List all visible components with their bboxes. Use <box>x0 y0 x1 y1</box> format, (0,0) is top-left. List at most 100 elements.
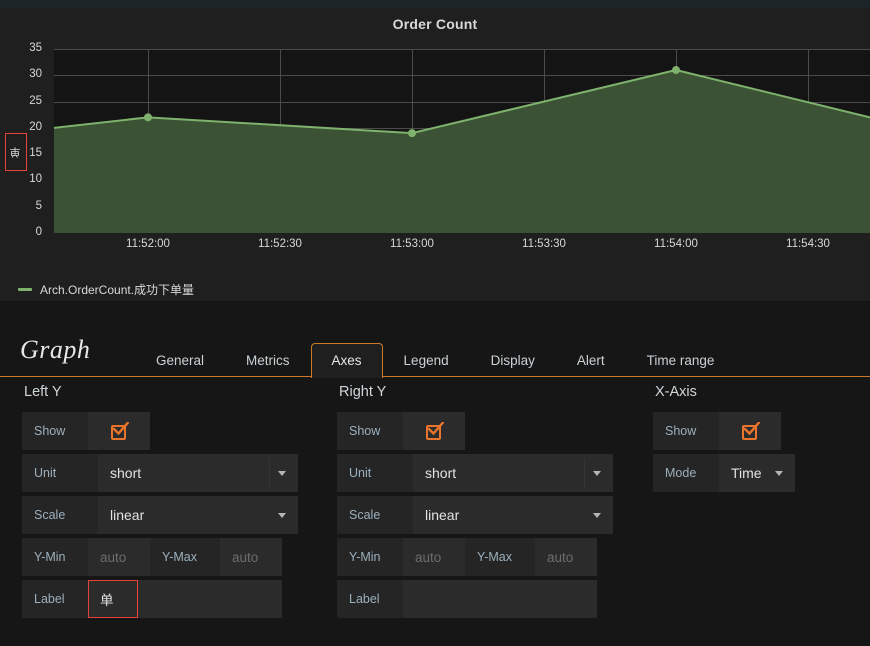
row-left-y-scale: Scale linear <box>22 496 302 534</box>
tab-legend[interactable]: Legend <box>383 343 470 379</box>
panel-editor: Graph General Metrics Axes Legend Display Ale… <box>0 302 870 646</box>
checkbox-checked-icon <box>110 421 129 440</box>
row-x-axis-show: Show <box>653 412 853 450</box>
left-y-scale-select[interactable]: linear <box>98 496 298 534</box>
section-title-right-y: Right Y <box>339 384 387 400</box>
left-y-label-label: Label <box>22 580 88 618</box>
left-y-max-label: Y-Max <box>150 538 220 576</box>
row-left-y-minmax: Y-Min auto Y-Max auto <box>22 538 302 576</box>
tab-axes[interactable]: Axes <box>310 342 383 378</box>
series-data-point[interactable] <box>408 129 416 138</box>
graph-panel: Order Count 0 5 10 15 20 25 30 35 11:52:00 11:52… <box>0 8 870 310</box>
left-y-scale-label: Scale <box>22 496 98 534</box>
x-tick-label: 11:53:00 <box>390 238 434 250</box>
series-data-point[interactable] <box>144 113 152 122</box>
right-y-unit-label: Unit <box>337 454 413 492</box>
y-tick-label: 35 <box>29 42 42 54</box>
tab-display[interactable]: Display <box>470 343 556 379</box>
right-y-label-label: Label <box>337 580 403 618</box>
series-area-fill <box>54 70 870 233</box>
y-tick-label: 10 <box>29 173 42 186</box>
chevron-down-icon <box>593 470 601 476</box>
x-tick-label: 11:54:00 <box>654 238 698 250</box>
right-y-max-input[interactable]: auto <box>535 538 597 576</box>
x-axis-show-label: Show <box>653 412 719 450</box>
series-data-point[interactable] <box>672 66 680 75</box>
x-tick-label: 11:53:30 <box>522 238 566 250</box>
left-y-label-input[interactable]: 单 <box>88 580 282 618</box>
left-y-min-input[interactable]: auto <box>88 538 150 576</box>
panel-title: Order Count <box>392 16 478 32</box>
grafana-graph-editor-page: Order Count 0 5 10 15 20 25 30 35 11:52:00 11:52… <box>0 0 870 646</box>
row-left-y-show: Show <box>22 412 302 450</box>
left-y-min-label: Y-Min <box>22 538 88 576</box>
row-right-y-label: Label <box>337 580 617 618</box>
chevron-down-icon <box>278 470 286 476</box>
top-strip <box>0 0 870 8</box>
right-y-unit-value: short <box>425 465 457 481</box>
row-right-y-minmax: Y-Min auto Y-Max auto <box>337 538 617 576</box>
x-axis-ticks: 11:52:00 11:52:30 11:53:00 11:53:30 11:54:00… <box>0 238 870 262</box>
legend[interactable]: Arch.OrderCount.成功下单量 <box>18 281 194 298</box>
chevron-down-icon <box>278 512 286 518</box>
y-tick-label: 25 <box>29 94 42 107</box>
row-x-axis-mode: Mode Time <box>653 454 853 492</box>
tab-metrics[interactable]: Metrics <box>225 343 311 379</box>
left-y-unit-select[interactable]: short <box>98 454 298 492</box>
select-divider <box>584 458 585 488</box>
row-right-y-unit: Unit short <box>337 454 617 492</box>
right-y-min-label: Y-Min <box>337 538 403 576</box>
x-axis-show-checkbox[interactable] <box>719 412 781 450</box>
y-tick-label: 5 <box>35 199 42 212</box>
left-y-unit-label: Unit <box>22 454 98 492</box>
section-left-y: Left Y Show Unit short Scale linear Y-Mi… <box>22 384 302 622</box>
x-tick-label: 11:52:00 <box>126 238 170 250</box>
x-tick-label: 11:52:30 <box>258 238 302 250</box>
row-right-y-show: Show <box>337 412 617 450</box>
right-y-min-input[interactable]: auto <box>403 538 465 576</box>
section-x-axis: X-Axis Show Mode Time <box>653 384 853 496</box>
left-y-show-label: Show <box>22 412 88 450</box>
y-tick-label: 0 <box>35 226 42 238</box>
select-divider <box>269 458 270 488</box>
x-axis-mode-label: Mode <box>653 454 719 492</box>
row-right-y-scale: Scale linear <box>337 496 617 534</box>
section-title-x-axis: X-Axis <box>655 384 697 400</box>
editor-tabs: General Metrics Axes Legend Display Alert Time… <box>135 332 736 379</box>
right-y-label-input[interactable] <box>403 580 597 618</box>
tab-time-range[interactable]: Time range <box>626 343 736 379</box>
plot-canvas[interactable] <box>54 49 870 233</box>
section-title-left-y: Left Y <box>24 384 62 400</box>
left-y-unit-value: short <box>110 465 142 481</box>
checkbox-checked-icon <box>741 421 760 440</box>
row-left-y-unit: Unit short <box>22 454 302 492</box>
editor-panel-type: Graph <box>20 335 91 364</box>
tab-alert[interactable]: Alert <box>556 343 626 379</box>
tab-general[interactable]: General <box>135 343 225 379</box>
right-y-show-checkbox[interactable] <box>403 412 465 450</box>
x-axis-mode-value: Time <box>731 465 762 481</box>
right-y-show-label: Show <box>337 412 403 450</box>
y-axis-title-highlighted: 单 <box>5 133 27 171</box>
row-left-y-label: Label 单 <box>22 580 302 618</box>
left-y-scale-value: linear <box>110 507 145 523</box>
graph-area: 0 5 10 15 20 25 30 35 11:52:00 11:52:30 11:53:00 1… <box>0 38 870 268</box>
x-tick-label: 11:54:30 <box>786 238 830 250</box>
legend-series-label[interactable]: Arch.OrderCount.成功下单量 <box>40 281 194 298</box>
right-y-unit-select[interactable]: short <box>413 454 613 492</box>
right-y-scale-select[interactable]: linear <box>413 496 613 534</box>
right-y-max-label: Y-Max <box>465 538 535 576</box>
left-y-label-value: 单 <box>100 593 114 608</box>
x-axis-mode-select[interactable]: Time <box>719 454 795 492</box>
left-y-show-checkbox[interactable] <box>88 412 150 450</box>
y-axis-title-text: 单 <box>9 146 22 158</box>
chevron-down-icon <box>593 512 601 518</box>
right-y-scale-label: Scale <box>337 496 413 534</box>
y-tick-label: 30 <box>29 68 42 81</box>
left-y-max-input[interactable]: auto <box>220 538 282 576</box>
legend-color-swatch <box>18 288 32 291</box>
y-tick-label: 20 <box>29 120 42 133</box>
tab-underline <box>0 376 870 377</box>
chart-svg <box>54 49 870 233</box>
checkbox-checked-icon <box>425 421 444 440</box>
